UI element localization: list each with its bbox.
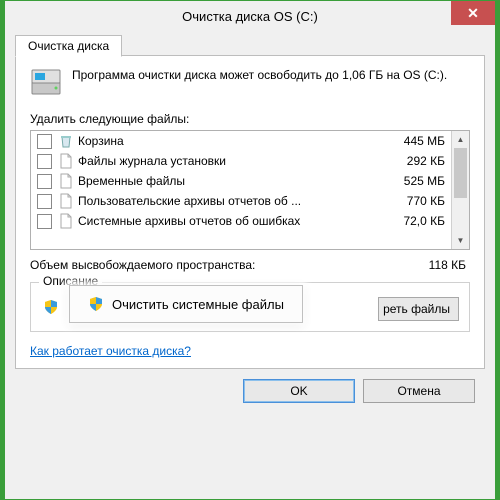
file-icon <box>58 213 74 229</box>
file-checkbox[interactable] <box>37 174 52 189</box>
close-button[interactable]: ✕ <box>451 1 495 25</box>
summary-text: Программа очистки диска может освободить… <box>72 68 447 84</box>
total-value: 118 КБ <box>429 258 466 272</box>
tab-panel: Очистка диска Программа очистки диска мо… <box>15 55 485 369</box>
scroll-thumb[interactable] <box>454 148 467 198</box>
ok-button[interactable]: OK <box>243 379 355 403</box>
description-group: Описание placeholder реть файлы <box>30 282 470 332</box>
shield-icon-left <box>43 299 59 315</box>
disk-cleanup-window: Очистка диска OS (C:) ✕ Очистка диска Пр… <box>4 0 496 500</box>
file-name: Временные файлы <box>78 174 385 188</box>
file-checkbox[interactable] <box>37 214 52 229</box>
dialog-buttons: OK Отмена <box>15 369 485 407</box>
file-row[interactable]: Системные архивы отчетов об ошибках72,0 … <box>31 211 451 231</box>
file-size: 445 МБ <box>385 134 445 148</box>
cancel-label: Отмена <box>397 384 440 398</box>
file-icon <box>58 193 74 209</box>
file-name: Системные архивы отчетов об ошибках <box>78 214 385 228</box>
scroll-down-button[interactable]: ▼ <box>452 232 469 249</box>
file-checkbox[interactable] <box>37 134 52 149</box>
file-name: Файлы журнала установки <box>78 154 385 168</box>
scroll-track[interactable] <box>452 148 469 232</box>
file-row[interactable]: Файлы журнала установки292 КБ <box>31 151 451 171</box>
total-row: Объем высвобождаемого пространства: 118 … <box>30 258 470 272</box>
file-size: 72,0 КБ <box>385 214 445 228</box>
summary: Программа очистки диска может освободить… <box>30 68 470 98</box>
total-label: Объем высвобождаемого пространства: <box>30 258 255 272</box>
file-name: Пользовательские архивы отчетов об ... <box>78 194 385 208</box>
file-row[interactable]: Корзина445 МБ <box>31 131 451 151</box>
view-files-partial-label: реть файлы <box>383 302 450 316</box>
file-row[interactable]: Пользовательские архивы отчетов об ...77… <box>31 191 451 211</box>
file-icon <box>58 153 74 169</box>
scroll-up-button[interactable]: ▲ <box>452 131 469 148</box>
file-size: 770 КБ <box>385 194 445 208</box>
file-name: Корзина <box>78 134 385 148</box>
delete-files-label: Удалить следующие файлы: <box>30 112 470 126</box>
ok-label: OK <box>290 384 307 398</box>
file-icon <box>58 173 74 189</box>
close-icon: ✕ <box>467 5 479 22</box>
recycle-bin-icon <box>58 133 74 149</box>
tab-cleanup[interactable]: Очистка диска <box>15 35 122 57</box>
file-size: 525 МБ <box>385 174 445 188</box>
file-checkbox[interactable] <box>37 194 52 209</box>
scrollbar[interactable]: ▲ ▼ <box>451 131 469 249</box>
tab-label: Очистка диска <box>28 39 109 53</box>
file-size: 292 КБ <box>385 154 445 168</box>
drive-icon <box>30 68 62 98</box>
description-label: Описание <box>39 274 102 288</box>
view-files-button[interactable]: реть файлы <box>378 297 459 321</box>
window-title: Очистка диска OS (C:) <box>182 9 318 24</box>
file-checkbox[interactable] <box>37 154 52 169</box>
titlebar: Очистка диска OS (C:) ✕ <box>5 1 495 31</box>
file-list: Корзина445 МБФайлы журнала установки292 … <box>30 130 470 250</box>
help-link[interactable]: Как работает очистка диска? <box>30 344 191 358</box>
file-row[interactable]: Временные файлы525 МБ <box>31 171 451 191</box>
cancel-button[interactable]: Отмена <box>363 379 475 403</box>
dialog-content: Очистка диска Программа очистки диска мо… <box>5 31 495 415</box>
